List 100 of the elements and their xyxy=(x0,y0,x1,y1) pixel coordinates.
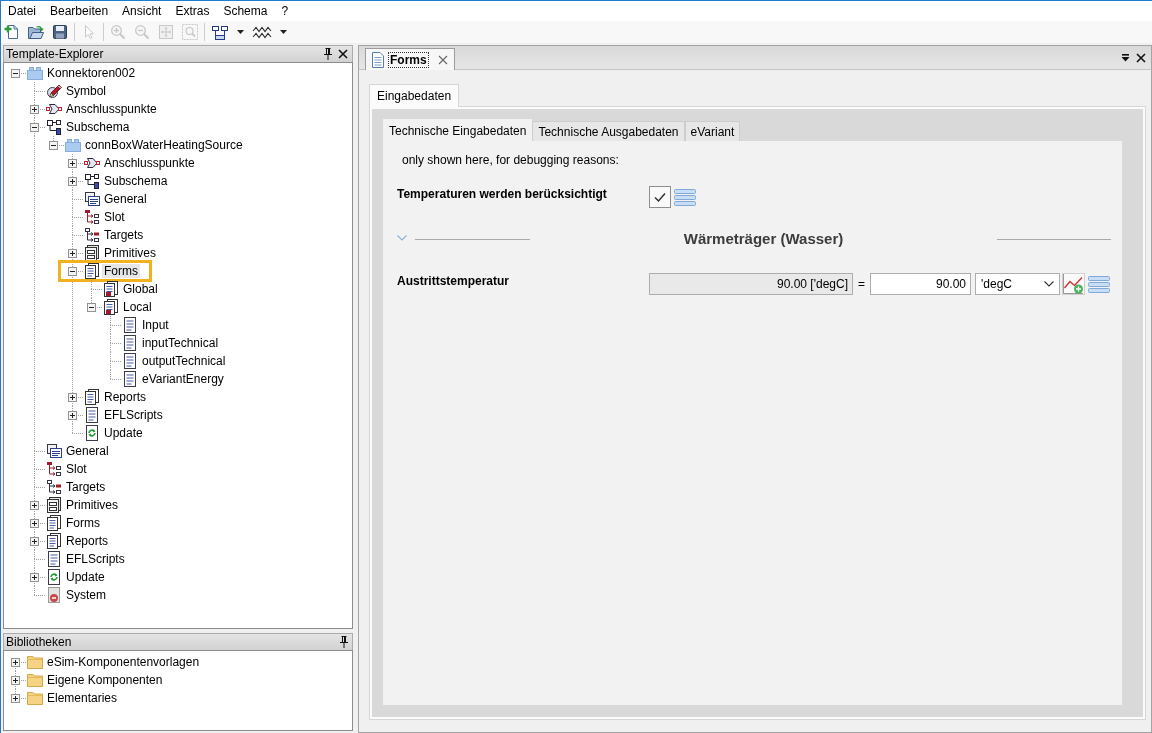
tree-item[interactable]: Primitives xyxy=(102,246,158,260)
tree-item[interactable]: connBoxWaterHeatingSource xyxy=(83,138,245,152)
document-stack-icon xyxy=(46,515,62,531)
tree-item[interactable]: Subschema xyxy=(64,120,132,134)
card-stack-icon xyxy=(84,191,100,207)
tree-item[interactable]: eSim-Komponentenvorlagen xyxy=(45,655,202,669)
checkbox[interactable] xyxy=(649,186,671,208)
chevron-down-icon xyxy=(1044,281,1054,287)
menu-item[interactable]: Datei xyxy=(1,2,43,20)
document-icon xyxy=(122,335,138,351)
document-stack-icon xyxy=(84,389,100,405)
menu-item[interactable]: Ansicht xyxy=(115,2,169,20)
tree-item[interactable]: Primitives xyxy=(64,498,120,512)
block-icon xyxy=(65,137,81,153)
tree-item[interactable]: Elementaries xyxy=(45,691,120,705)
diagram-icon xyxy=(46,119,62,135)
tree-item[interactable]: Input xyxy=(140,318,171,332)
tree-item[interactable]: Forms xyxy=(64,516,102,530)
panel-title: Template-Explorer xyxy=(6,47,104,61)
tree-item[interactable]: Eigene Komponenten xyxy=(45,673,165,687)
tree-item[interactable]: Subschema xyxy=(102,174,170,188)
tree-item[interactable]: Anschlusspunkte xyxy=(102,156,197,170)
tab[interactable]: Technische Ausgabedaten xyxy=(532,121,685,141)
tree-item[interactable]: Reports xyxy=(102,390,149,404)
wave-icon[interactable] xyxy=(252,24,272,40)
expand-icon[interactable] xyxy=(30,572,39,582)
expand-icon[interactable] xyxy=(68,248,77,258)
tree-item[interactable]: Targets xyxy=(64,480,108,494)
expand-icon[interactable] xyxy=(68,176,77,186)
tree-item[interactable]: Forms xyxy=(102,264,140,278)
tab[interactable]: eVariant xyxy=(684,121,741,141)
close-icon[interactable] xyxy=(1136,52,1146,63)
tree-item[interactable]: Anschlusspunkte xyxy=(64,102,159,116)
dropdown-icon[interactable] xyxy=(1121,53,1130,62)
expand-icon[interactable] xyxy=(30,104,39,114)
expand-icon[interactable] xyxy=(30,536,39,546)
tree-item[interactable]: eVariantEnergy xyxy=(140,372,226,386)
collapse-icon[interactable] xyxy=(11,68,20,78)
diagram-icon[interactable] xyxy=(211,24,229,40)
tree-item[interactable]: EFLScripts xyxy=(102,408,165,422)
tree-item[interactable]: Global xyxy=(121,282,160,296)
expand-icon[interactable] xyxy=(30,500,39,510)
pin-icon[interactable] xyxy=(324,48,332,60)
expand-icon[interactable] xyxy=(68,158,77,168)
collapse-icon[interactable] xyxy=(30,122,39,132)
tree-item[interactable]: Symbol xyxy=(64,84,108,98)
tree-item[interactable]: Local xyxy=(121,300,154,314)
new-document-icon[interactable] xyxy=(4,24,20,40)
tree-item[interactable]: Targets xyxy=(102,228,146,242)
tree-item[interactable]: outputTechnical xyxy=(140,354,228,368)
tree-item[interactable]: Konnektoren002 xyxy=(45,66,138,80)
menu-item[interactable]: Bearbeiten xyxy=(43,2,116,20)
unit-select[interactable]: 'degC xyxy=(975,273,1060,295)
open-folder-icon[interactable] xyxy=(28,24,44,40)
folder-icon xyxy=(27,672,43,688)
card-stack-icon xyxy=(46,443,62,459)
expand-icon[interactable] xyxy=(30,518,39,528)
menu-item[interactable]: Schema xyxy=(216,2,275,20)
document-icon xyxy=(122,371,138,387)
tree-item[interactable]: Slot xyxy=(102,210,127,224)
pencil-icon xyxy=(46,83,62,99)
expand-icon[interactable] xyxy=(11,657,20,667)
menu-item[interactable]: ? xyxy=(274,2,296,20)
document-stack-icon xyxy=(103,299,119,315)
expand-icon[interactable] xyxy=(11,693,20,703)
expand-icon[interactable] xyxy=(11,675,20,685)
panel-title: Bibliotheken xyxy=(6,635,72,649)
section-title: Wärmeträger (Wasser) xyxy=(683,230,844,248)
tree-item[interactable]: inputTechnical xyxy=(140,336,221,350)
close-icon[interactable] xyxy=(338,49,348,59)
collapse-icon[interactable] xyxy=(49,140,58,150)
chart-add-icon[interactable] xyxy=(1062,273,1085,295)
pin-icon[interactable] xyxy=(340,636,348,648)
tree-item[interactable]: Slot xyxy=(64,462,89,476)
document-tab[interactable]: Forms xyxy=(365,48,455,70)
block-icon xyxy=(27,65,43,81)
tree-item[interactable]: General xyxy=(102,192,149,206)
tree-item[interactable]: Update xyxy=(102,426,145,440)
cabinet-icon xyxy=(84,245,100,261)
document-stack-icon xyxy=(84,263,100,279)
collapse-icon[interactable] xyxy=(87,302,96,312)
field-label: Temperaturen werden berücksichtigt xyxy=(397,186,607,202)
collapse-icon[interactable] xyxy=(68,266,77,276)
tab[interactable]: Eingabedaten xyxy=(369,84,460,107)
caret-icon[interactable] xyxy=(280,30,287,34)
blocked-document-icon xyxy=(46,587,62,603)
tree-item[interactable]: General xyxy=(64,444,111,458)
tree-item[interactable]: Update xyxy=(64,570,107,584)
tree-item[interactable]: EFLScripts xyxy=(64,552,127,566)
value-input[interactable]: 90.00 xyxy=(870,273,971,295)
tree-item[interactable]: Reports xyxy=(64,534,111,548)
expand-icon[interactable] xyxy=(68,410,77,420)
expand-icon[interactable] xyxy=(68,392,77,402)
tree-item[interactable]: System xyxy=(64,588,108,602)
arrow-grid-icon xyxy=(84,209,100,225)
menu-item[interactable]: Extras xyxy=(168,2,217,20)
cabinet-icon xyxy=(46,497,62,513)
caret-icon[interactable] xyxy=(237,30,244,34)
save-icon[interactable] xyxy=(52,24,68,40)
tab[interactable]: Technische Eingabedaten xyxy=(383,119,533,141)
